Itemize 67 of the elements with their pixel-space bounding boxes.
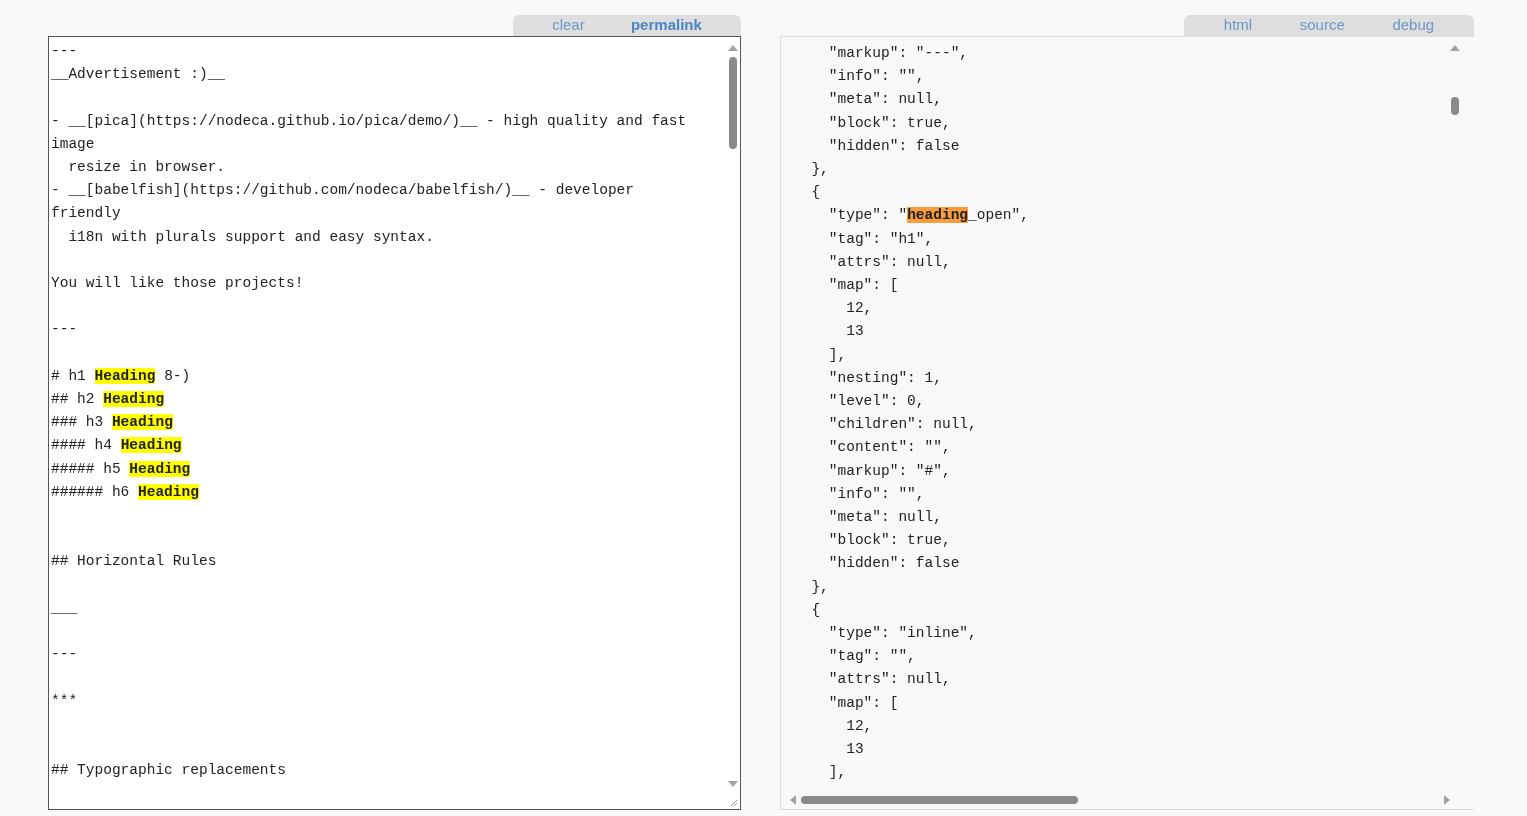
code-line: "meta": null, bbox=[827, 508, 942, 528]
code-line: image bbox=[51, 134, 95, 154]
code-line: "info": "", bbox=[827, 67, 925, 87]
code-line: 13 bbox=[845, 740, 864, 760]
code-line: "block": true, bbox=[827, 531, 951, 551]
code-line: 13 bbox=[845, 322, 864, 342]
scrollbar-thumb[interactable] bbox=[801, 796, 1078, 804]
code-line: "block": true, bbox=[827, 113, 951, 133]
code-line: "attrs": null, bbox=[827, 670, 951, 690]
code-line: # h1 Heading 8-) bbox=[51, 366, 191, 386]
scrollbar-thumb[interactable] bbox=[729, 57, 737, 149]
code-line: "meta": null, bbox=[827, 90, 942, 110]
code-line: ## h2 Heading bbox=[51, 389, 165, 409]
code-line: i18n with plurals support and easy syntax. bbox=[67, 227, 434, 247]
code-line: #### h4 Heading bbox=[51, 436, 182, 456]
view-tab[interactable]: source bbox=[1299, 14, 1345, 37]
code-line: --- bbox=[51, 320, 78, 340]
code-line: --- bbox=[51, 645, 78, 665]
code-line: __Advertisement :)__ bbox=[51, 65, 226, 85]
code-line: "info": "", bbox=[827, 484, 925, 504]
view-tab[interactable]: html bbox=[1223, 14, 1253, 37]
code-line: 12, bbox=[845, 299, 873, 319]
code-line: { bbox=[810, 183, 821, 203]
code-line: --- bbox=[51, 42, 78, 61]
resize-grip-icon[interactable] bbox=[728, 797, 738, 807]
code-line: "content": "", bbox=[827, 438, 951, 458]
code-line: "level": 0, bbox=[827, 392, 925, 412]
code-line: friendly bbox=[51, 204, 121, 224]
scroll-right-icon[interactable] bbox=[1442, 795, 1452, 805]
code-line: "nesting": 1, bbox=[827, 368, 942, 388]
code-line: ##### h5 Heading bbox=[51, 459, 191, 479]
code-line: "hidden": false bbox=[827, 554, 960, 574]
code-line: ###### h6 Heading bbox=[51, 482, 199, 502]
code-line: "attrs": null, bbox=[827, 252, 951, 272]
scroll-down-icon[interactable] bbox=[728, 779, 738, 789]
code-line: "tag": "h1", bbox=[827, 229, 934, 249]
toolbar-link[interactable]: permalink bbox=[630, 14, 702, 37]
code-line: "tag": "", bbox=[827, 647, 916, 667]
scroll-up-icon[interactable] bbox=[728, 43, 738, 53]
scroll-up-icon[interactable] bbox=[1450, 43, 1460, 53]
code-line: "map": [ bbox=[827, 693, 899, 713]
code-line: }, bbox=[810, 577, 829, 597]
code-line: ## Horizontal Rules bbox=[51, 552, 217, 572]
code-line: "markup": "---", bbox=[827, 44, 969, 63]
code-line: resize in browser. bbox=[67, 158, 226, 177]
scrollbar-thumb[interactable] bbox=[1451, 97, 1459, 115]
code-line: ## Typographic replacements bbox=[51, 761, 286, 781]
view-tab[interactable]: debug bbox=[1392, 14, 1435, 37]
toolbar-link[interactable]: clear bbox=[552, 14, 585, 37]
code-line: - __[babelfish](https://github.com/nodeca/babelfish/)__ - developer bbox=[51, 181, 634, 201]
code-line: { bbox=[810, 600, 821, 620]
code-line: ], bbox=[827, 763, 847, 783]
code-line: }, bbox=[810, 160, 829, 179]
code-line: ___ bbox=[51, 598, 78, 618]
scroll-left-icon[interactable] bbox=[788, 795, 798, 805]
markdown-editor[interactable] bbox=[48, 36, 741, 810]
code-line: ### h3 Heading bbox=[51, 413, 173, 433]
code-line: *** bbox=[51, 691, 78, 711]
code-line: 12, bbox=[845, 716, 873, 736]
code-line: You will like those projects! bbox=[51, 274, 304, 293]
code-line: "type": "inline", bbox=[827, 624, 977, 644]
code-line: - __[pica](https://nodeca.github.io/pica/demo/)__ - high quality and fast bbox=[51, 111, 687, 131]
code-line: ], bbox=[827, 345, 847, 365]
code-line: "markup": "#", bbox=[827, 461, 951, 481]
code-line: "hidden": false bbox=[827, 136, 960, 156]
code-line: "map": [ bbox=[827, 276, 899, 296]
code-line: "children": null, bbox=[827, 415, 977, 435]
